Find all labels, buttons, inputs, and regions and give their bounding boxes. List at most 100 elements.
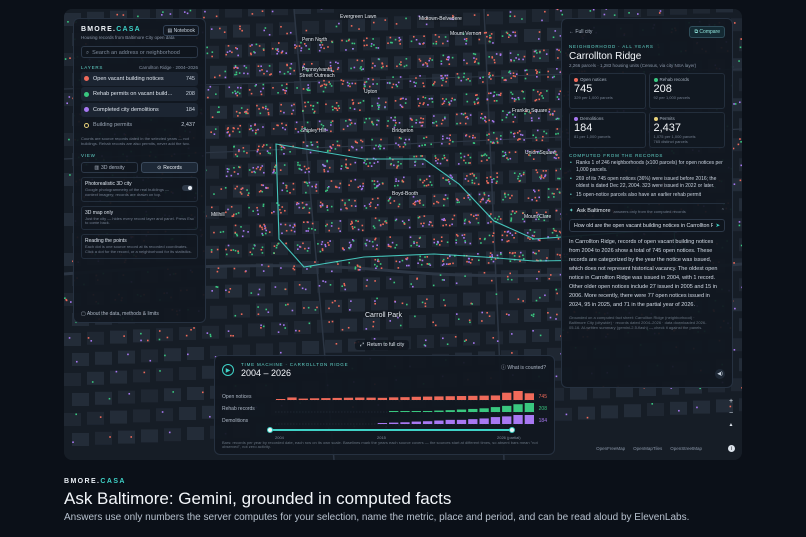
record-dot[interactable] — [498, 94, 500, 96]
record-dot[interactable] — [405, 64, 408, 67]
record-dot[interactable] — [387, 245, 390, 247]
record-dot[interactable] — [318, 285, 321, 287]
record-dot[interactable] — [209, 415, 211, 418]
record-dot[interactable] — [359, 109, 361, 112]
record-dot[interactable] — [534, 196, 537, 199]
record-dot[interactable] — [325, 84, 328, 86]
record-dot[interactable] — [308, 322, 311, 325]
record-dot[interactable] — [432, 42, 435, 45]
record-dot[interactable] — [444, 304, 446, 307]
record-dot[interactable] — [396, 184, 399, 187]
record-dot[interactable] — [363, 161, 365, 164]
record-dot[interactable] — [284, 128, 287, 131]
record-dot[interactable] — [490, 258, 493, 261]
record-dot[interactable] — [470, 213, 472, 216]
record-dot[interactable] — [342, 128, 345, 131]
record-dot[interactable] — [471, 179, 474, 182]
record-dot[interactable] — [388, 81, 391, 84]
record-dot[interactable] — [444, 219, 446, 222]
record-dot[interactable] — [475, 217, 478, 220]
record-dot[interactable] — [493, 61, 496, 64]
record-dot[interactable] — [328, 81, 330, 83]
record-dot[interactable] — [444, 36, 447, 38]
record-dot[interactable] — [371, 105, 373, 107]
record-dot[interactable] — [394, 119, 396, 122]
record-dot[interactable] — [268, 33, 271, 36]
record-dot[interactable] — [286, 32, 288, 35]
record-dot[interactable] — [68, 138, 70, 141]
record-dot[interactable] — [739, 138, 741, 140]
record-dot[interactable] — [542, 135, 544, 138]
record-dot[interactable] — [464, 162, 467, 164]
record-dot[interactable] — [423, 85, 425, 88]
record-dot[interactable] — [277, 124, 279, 127]
record-dot[interactable] — [305, 203, 308, 206]
record-dot[interactable] — [64, 297, 66, 299]
record-dot[interactable] — [234, 92, 237, 95]
record-dot[interactable] — [283, 324, 285, 326]
record-dot[interactable] — [453, 99, 456, 101]
record-dot[interactable] — [422, 96, 425, 98]
record-dot[interactable] — [537, 189, 540, 192]
record-dot[interactable] — [490, 36, 492, 39]
year-bar[interactable] — [400, 422, 410, 424]
record-dot[interactable] — [371, 66, 374, 69]
record-dot[interactable] — [440, 236, 443, 239]
record-dot[interactable] — [164, 354, 166, 357]
record-dot[interactable] — [297, 164, 299, 166]
record-dot[interactable] — [456, 73, 459, 75]
record-dot[interactable] — [431, 59, 434, 61]
record-dot[interactable] — [522, 300, 524, 302]
record-dot[interactable] — [483, 193, 486, 196]
record-dot[interactable] — [143, 371, 146, 374]
record-dot[interactable] — [254, 171, 257, 174]
record-dot[interactable] — [502, 155, 504, 158]
record-dot[interactable] — [327, 170, 329, 173]
record-dot[interactable] — [547, 70, 550, 73]
record-dot[interactable] — [469, 114, 472, 116]
record-dot[interactable] — [344, 204, 346, 206]
record-dot[interactable] — [535, 199, 538, 202]
record-dot[interactable] — [350, 25, 353, 27]
record-dot[interactable] — [347, 326, 350, 329]
record-dot[interactable] — [316, 102, 319, 104]
record-dot[interactable] — [247, 192, 250, 194]
record-dot[interactable] — [325, 103, 327, 106]
record-dot[interactable] — [540, 92, 542, 94]
record-dot[interactable] — [393, 281, 396, 284]
record-dot[interactable] — [284, 304, 287, 306]
record-dot[interactable] — [306, 250, 309, 252]
record-dot[interactable] — [273, 252, 275, 254]
record-dot[interactable] — [483, 32, 486, 34]
record-dot[interactable] — [519, 260, 521, 262]
record-dot[interactable] — [490, 213, 492, 215]
record-dot[interactable] — [538, 270, 540, 273]
record-dot[interactable] — [277, 331, 280, 333]
record-dot[interactable] — [472, 142, 475, 144]
record-dot[interactable] — [487, 14, 489, 16]
record-dot[interactable] — [394, 301, 397, 303]
record-dot[interactable] — [69, 174, 71, 176]
record-dot[interactable] — [541, 95, 543, 97]
record-dot[interactable] — [292, 226, 294, 229]
record-dot[interactable] — [475, 58, 478, 60]
record-dot[interactable] — [415, 155, 418, 158]
record-dot[interactable] — [536, 171, 539, 174]
record-dot[interactable] — [451, 223, 453, 226]
record-dot[interactable] — [259, 168, 261, 171]
record-dot[interactable] — [427, 104, 429, 106]
record-dot[interactable] — [282, 88, 285, 91]
record-dot[interactable] — [552, 36, 555, 39]
record-dot[interactable] — [446, 137, 448, 139]
record-dot[interactable] — [269, 146, 272, 149]
record-dot[interactable] — [209, 333, 212, 336]
record-dot[interactable] — [238, 149, 240, 151]
record-dot[interactable] — [465, 339, 467, 341]
record-dot[interactable] — [308, 89, 311, 92]
record-dot[interactable] — [341, 83, 344, 85]
record-dot[interactable] — [481, 311, 484, 314]
record-dot[interactable] — [251, 129, 254, 132]
record-dot[interactable] — [273, 168, 275, 171]
record-dot[interactable] — [387, 120, 389, 122]
record-dot[interactable] — [417, 262, 419, 265]
